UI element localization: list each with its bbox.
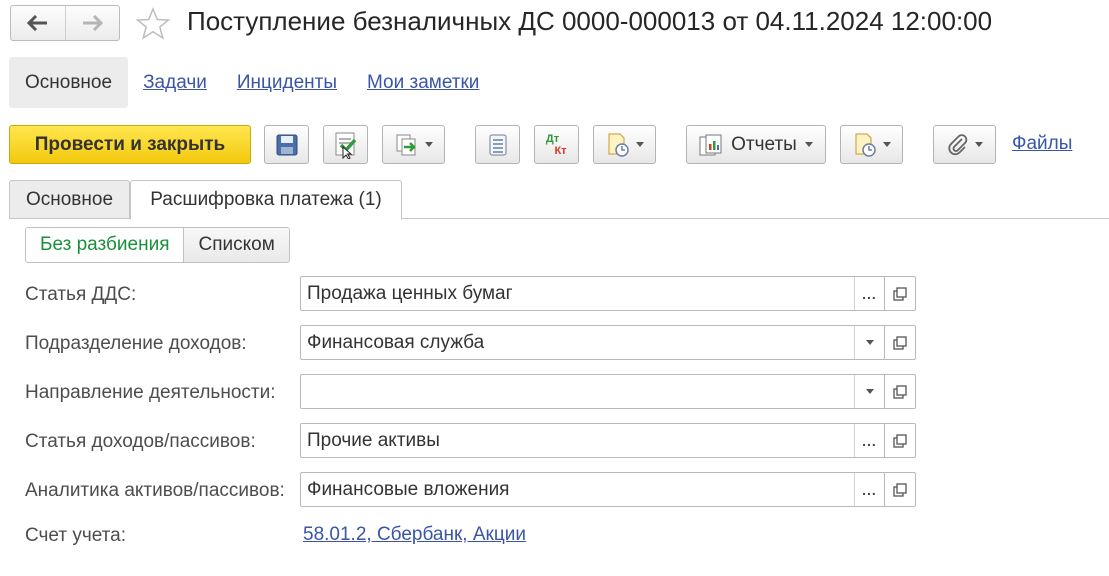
print-settings-icon [855, 133, 876, 157]
reports-icon [699, 134, 722, 155]
print-settings-button[interactable] [840, 125, 903, 164]
select-button[interactable]: ... [854, 473, 884, 506]
open-button[interactable] [884, 277, 915, 310]
account-label: Счет учета: [25, 525, 126, 546]
chevron-down-icon [865, 340, 874, 345]
income-dept-field[interactable]: Финансовая служба [300, 325, 916, 360]
dds-item-field[interactable]: Продажа ценных бумаг ... [300, 276, 916, 311]
star-icon[interactable] [135, 6, 171, 42]
list-icon [489, 134, 506, 155]
open-icon [893, 286, 907, 301]
asset-analytics-label: Аналитика активов/пассивов: [25, 480, 285, 501]
asset-analytics-field[interactable]: Финансовые вложения ... [300, 472, 916, 507]
create-based-on-button[interactable] [382, 125, 445, 164]
section-tab-tasks[interactable]: Задачи [128, 57, 222, 108]
split-mode-switch: Без разбиения Списком [25, 227, 290, 263]
page-title: Поступление безналичных ДС 0000-000013 о… [187, 6, 993, 36]
chevron-down-icon [635, 142, 644, 147]
section-tab-main[interactable]: Основное [9, 57, 129, 108]
dropdown-button[interactable] [854, 375, 884, 408]
open-button[interactable] [884, 424, 915, 457]
list-button[interactable] [475, 125, 520, 164]
post-button[interactable] [323, 125, 368, 164]
open-button[interactable] [884, 375, 915, 408]
chevron-down-icon [865, 389, 874, 394]
history-nav [10, 5, 120, 41]
asset-analytics-value[interactable]: Финансовые вложения [301, 473, 854, 506]
reports-label: Отчеты [731, 133, 797, 155]
attach-icon [947, 133, 967, 155]
open-icon [893, 433, 907, 448]
dds-item-value[interactable]: Продажа ценных бумаг [301, 277, 854, 310]
tab-payment-breakdown[interactable]: Расшифровка платежа (1) [130, 180, 402, 220]
section-tabs: Основное Задачи Инциденты Мои заметки [9, 57, 494, 108]
post-and-close-button[interactable]: Провести и закрыть [9, 125, 251, 164]
forward-button[interactable] [64, 6, 120, 40]
select-button[interactable]: ... [854, 277, 884, 310]
list-option[interactable]: Списком [184, 228, 289, 262]
dropdown-button[interactable] [854, 326, 884, 359]
files-link[interactable]: Файлы [1012, 133, 1072, 155]
form-tabs: Основное Расшифровка платежа (1) [9, 180, 1109, 220]
arrow-left-icon [26, 15, 47, 31]
arrow-right-icon [83, 15, 104, 31]
no-split-option[interactable]: Без разбиения [26, 228, 185, 262]
select-button[interactable]: ... [854, 424, 884, 457]
chevron-down-icon [804, 142, 813, 147]
open-icon [893, 482, 907, 497]
print-icon [608, 133, 629, 157]
section-tab-incidents[interactable]: Инциденты [222, 57, 352, 108]
tab-main[interactable]: Основное [9, 180, 130, 219]
open-button[interactable] [884, 326, 915, 359]
activity-value[interactable] [301, 375, 854, 408]
income-item-field[interactable]: Прочие активы ... [300, 423, 916, 458]
open-button[interactable] [884, 473, 915, 506]
income-dept-value[interactable]: Финансовая служба [301, 326, 854, 359]
kt-label: Кт [554, 144, 567, 157]
save-icon [276, 134, 297, 155]
income-dept-label: Подразделение доходов: [25, 333, 247, 354]
account-link[interactable]: 58.01.2, Сбербанк, Акции [303, 524, 526, 546]
dds-item-label: Статья ДДС: [25, 284, 137, 305]
chevron-down-icon [974, 142, 983, 147]
chevron-down-icon [424, 142, 433, 147]
dt-label: Дт [545, 132, 560, 145]
post-icon [335, 132, 356, 159]
save-button[interactable] [264, 125, 309, 164]
section-tab-notes[interactable]: Мои заметки [352, 57, 494, 108]
income-item-value[interactable]: Прочие активы [301, 424, 854, 457]
print-button[interactable] [593, 125, 656, 164]
attach-button[interactable] [933, 125, 996, 164]
dt-kt-icon: Дт Кт [545, 132, 567, 157]
chevron-down-icon [882, 142, 891, 147]
reports-button[interactable]: Отчеты [686, 125, 826, 164]
back-button[interactable] [11, 6, 65, 40]
open-icon [893, 335, 907, 350]
activity-field[interactable] [300, 374, 916, 409]
dt-kt-button[interactable]: Дт Кт [534, 125, 579, 164]
create-based-on-icon [396, 134, 416, 155]
activity-label: Направление деятельности: [25, 382, 276, 403]
open-icon [893, 384, 907, 399]
income-item-label: Статья доходов/пассивов: [25, 431, 256, 452]
